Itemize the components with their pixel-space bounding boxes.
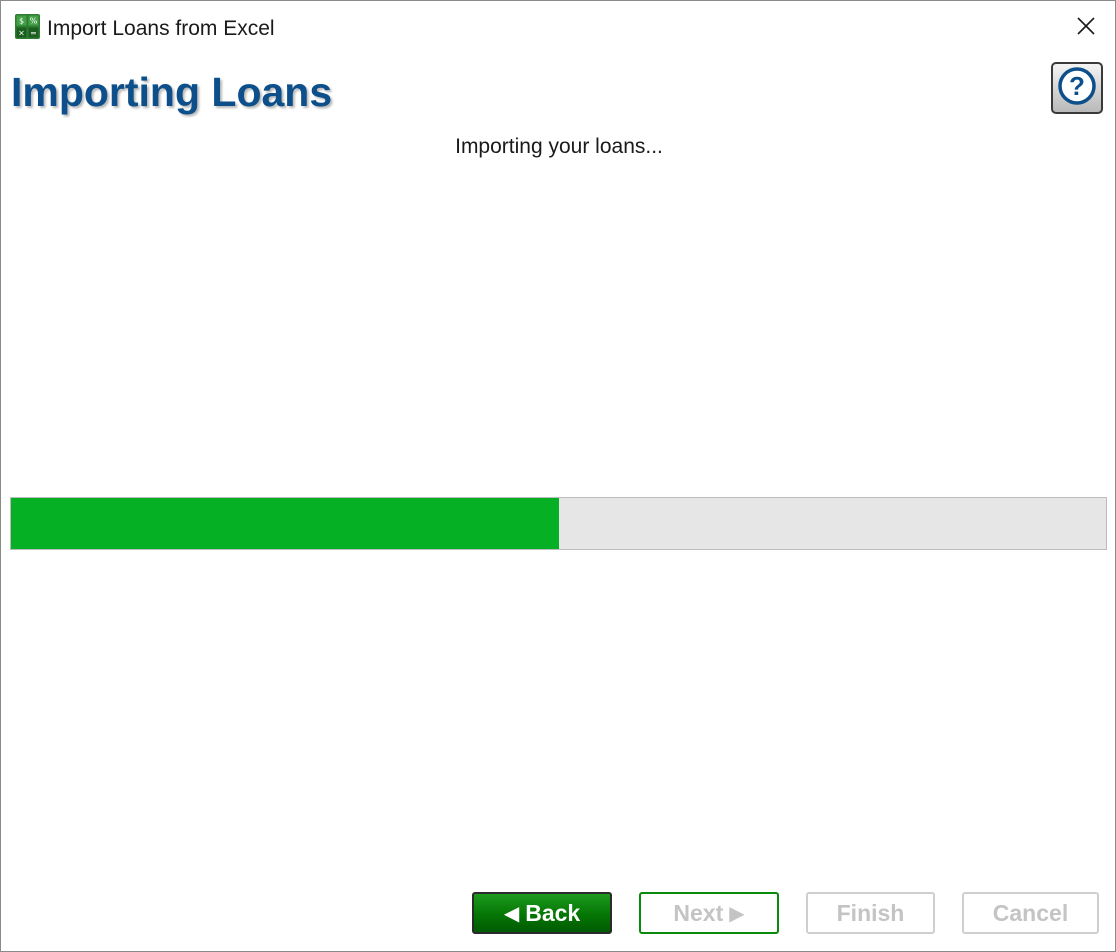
window-title: Import Loans from Excel <box>47 17 275 40</box>
finish-button-label: Finish <box>836 899 905 926</box>
import-progress-bar <box>10 497 1107 550</box>
help-button[interactable]: ? <box>1051 62 1103 114</box>
svg-text:$: $ <box>19 17 24 26</box>
close-icon <box>1077 16 1095 40</box>
progress-bar-fill <box>11 498 559 549</box>
svg-text:%: % <box>30 17 38 26</box>
svg-text:=: = <box>30 29 37 38</box>
page-title: Importing Loans <box>11 69 333 115</box>
back-button-label: Back <box>525 899 581 926</box>
cancel-button-label: Cancel <box>992 899 1069 926</box>
close-button[interactable] <box>1057 1 1115 55</box>
import-loans-dialog: $ % × = Import Loans from Excel Importin… <box>0 0 1116 952</box>
calculator-icon: $ % × = <box>15 14 40 39</box>
title-bar: $ % × = Import Loans from Excel <box>1 1 1115 57</box>
cancel-button[interactable]: Cancel <box>962 892 1099 934</box>
next-button-label: Next <box>673 899 724 926</box>
svg-text:×: × <box>18 29 25 38</box>
next-button[interactable]: Next ▶ <box>639 892 779 934</box>
finish-button[interactable]: Finish <box>806 892 935 934</box>
arrow-left-icon: ◀ <box>503 902 520 925</box>
arrow-right-icon: ▶ <box>729 902 745 925</box>
back-button[interactable]: ◀ Back <box>472 892 612 934</box>
status-message: Importing your loans... <box>455 135 663 158</box>
help-label: ? <box>1069 71 1085 101</box>
help-icon: ? <box>1057 66 1097 111</box>
